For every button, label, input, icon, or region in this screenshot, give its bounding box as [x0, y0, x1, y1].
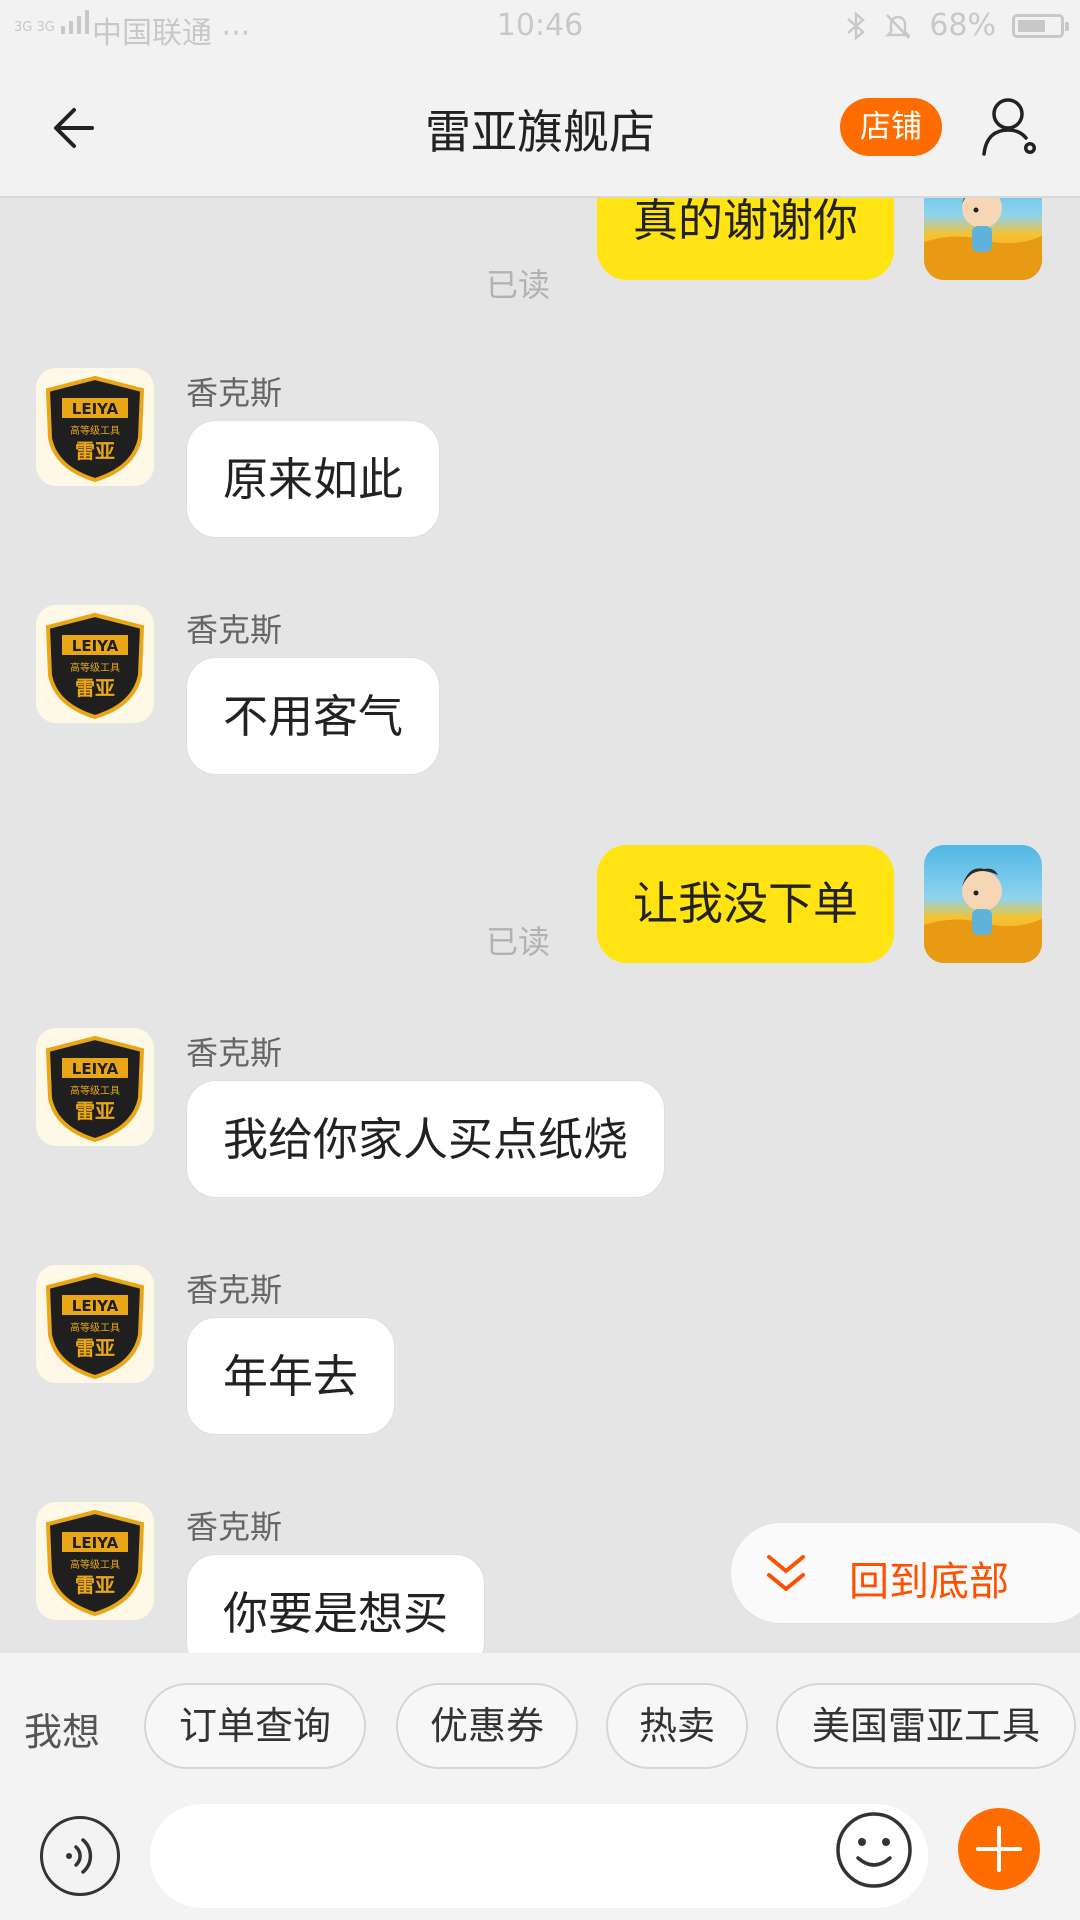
- leiya-logo: LEIYA 高等级工具 雷亚: [45, 1272, 145, 1380]
- my-avatar[interactable]: [924, 845, 1042, 963]
- logo-text-bottom: 雷亚: [75, 1336, 115, 1360]
- status-bar: 3G 3G 中国联通 ··· 10:46 68%: [0, 0, 1080, 58]
- sender-name: 香克斯: [186, 1034, 283, 1072]
- back-to-bottom-label: 回到底部: [849, 1559, 1009, 1605]
- logo-text-middle: 高等级工具: [70, 661, 120, 674]
- chip-hot-sale[interactable]: 热卖: [606, 1683, 748, 1769]
- quick-reply-label: 我想: [24, 1710, 101, 1754]
- logo-text-middle: 高等级工具: [70, 424, 120, 437]
- message-list[interactable]: 真的谢谢你 已读 LEIYA 高等级工具 雷亚 香克斯 原来如此 LEIYA 高…: [0, 198, 1080, 1653]
- chip-coupon[interactable]: 优惠券: [396, 1683, 578, 1769]
- logo-text-middle: 高等级工具: [70, 1321, 120, 1334]
- shop-message-bubble[interactable]: 我给你家人买点纸烧: [186, 1080, 666, 1198]
- back-to-bottom-button[interactable]: 回到底部: [730, 1522, 1080, 1624]
- logo-text-bottom: 雷亚: [75, 439, 115, 463]
- cartoon-boy-icon: [924, 198, 1042, 280]
- logo-text-bottom: 雷亚: [75, 1099, 115, 1123]
- logo-text-top: LEIYA: [72, 1534, 119, 1552]
- leiya-logo: LEIYA 高等级工具 雷亚: [45, 612, 145, 720]
- logo-text-middle: 高等级工具: [70, 1558, 120, 1571]
- read-status: 已读: [485, 266, 550, 304]
- emoji-icon[interactable]: [834, 1810, 914, 1890]
- sender-name: 香克斯: [186, 374, 283, 412]
- sender-name: 香克斯: [186, 1508, 283, 1546]
- shop-message-bubble[interactable]: 不用客气: [186, 657, 441, 775]
- shop-avatar[interactable]: LEIYA 高等级工具 雷亚: [36, 1028, 154, 1146]
- logo-text-top: LEIYA: [72, 1060, 119, 1078]
- bluetooth-icon: [847, 10, 866, 41]
- bell-muted-icon: [885, 13, 912, 39]
- logo-text-middle: 高等级工具: [70, 1084, 120, 1097]
- sender-name: 香克斯: [186, 611, 283, 649]
- shop-avatar[interactable]: LEIYA 高等级工具 雷亚: [36, 368, 154, 486]
- double-chevron-down-icon: [767, 1555, 805, 1591]
- user-settings-icon[interactable]: [978, 94, 1044, 160]
- plus-icon: [976, 1826, 1022, 1872]
- sender-name: 香克斯: [186, 1271, 283, 1309]
- battery-icon: [1012, 13, 1069, 38]
- message-input[interactable]: [150, 1804, 928, 1908]
- more-actions-button[interactable]: [958, 1808, 1040, 1890]
- my-message-bubble[interactable]: 真的谢谢你: [596, 198, 894, 280]
- shop-message-bubble[interactable]: 年年去: [186, 1317, 396, 1435]
- voice-input-button[interactable]: [40, 1816, 120, 1896]
- chip-order-query[interactable]: 订单查询: [144, 1683, 366, 1769]
- input-bar: [0, 1798, 1080, 1920]
- logo-text-bottom: 雷亚: [75, 1573, 115, 1597]
- logo-text-top: LEIYA: [72, 1297, 119, 1315]
- quick-reply-bar: 我想 订单查询 优惠券 热卖 美国雷亚工具: [0, 1653, 1080, 1798]
- chat-header: 雷亚旗舰店 店铺: [0, 58, 1080, 198]
- logo-text-top: LEIYA: [72, 637, 119, 655]
- read-status: 已读: [485, 923, 550, 961]
- battery-fill: [1018, 19, 1045, 32]
- my-message-bubble[interactable]: 让我没下单: [596, 845, 894, 963]
- cartoon-boy-icon: [924, 868, 1042, 963]
- leiya-logo: LEIYA 高等级工具 雷亚: [45, 375, 145, 483]
- logo-text-top: LEIYA: [72, 400, 119, 418]
- leiya-logo: LEIYA 高等级工具 雷亚: [45, 1509, 145, 1617]
- shop-message-bubble[interactable]: 原来如此: [186, 420, 441, 538]
- shop-avatar[interactable]: LEIYA 高等级工具 雷亚: [36, 605, 154, 723]
- shop-avatar[interactable]: LEIYA 高等级工具 雷亚: [36, 1502, 154, 1620]
- shop-button[interactable]: 店铺: [840, 98, 942, 156]
- shop-avatar[interactable]: LEIYA 高等级工具 雷亚: [36, 1265, 154, 1383]
- battery-percent: 68%: [929, 8, 996, 43]
- my-avatar[interactable]: [924, 198, 1042, 280]
- leiya-logo: LEIYA 高等级工具 雷亚: [45, 1035, 145, 1143]
- logo-text-bottom: 雷亚: [75, 676, 115, 700]
- voice-icon: [66, 1838, 93, 1874]
- chip-us-leiya-tools[interactable]: 美国雷亚工具: [776, 1683, 1076, 1769]
- shop-message-bubble[interactable]: 你要是想买: [186, 1554, 486, 1653]
